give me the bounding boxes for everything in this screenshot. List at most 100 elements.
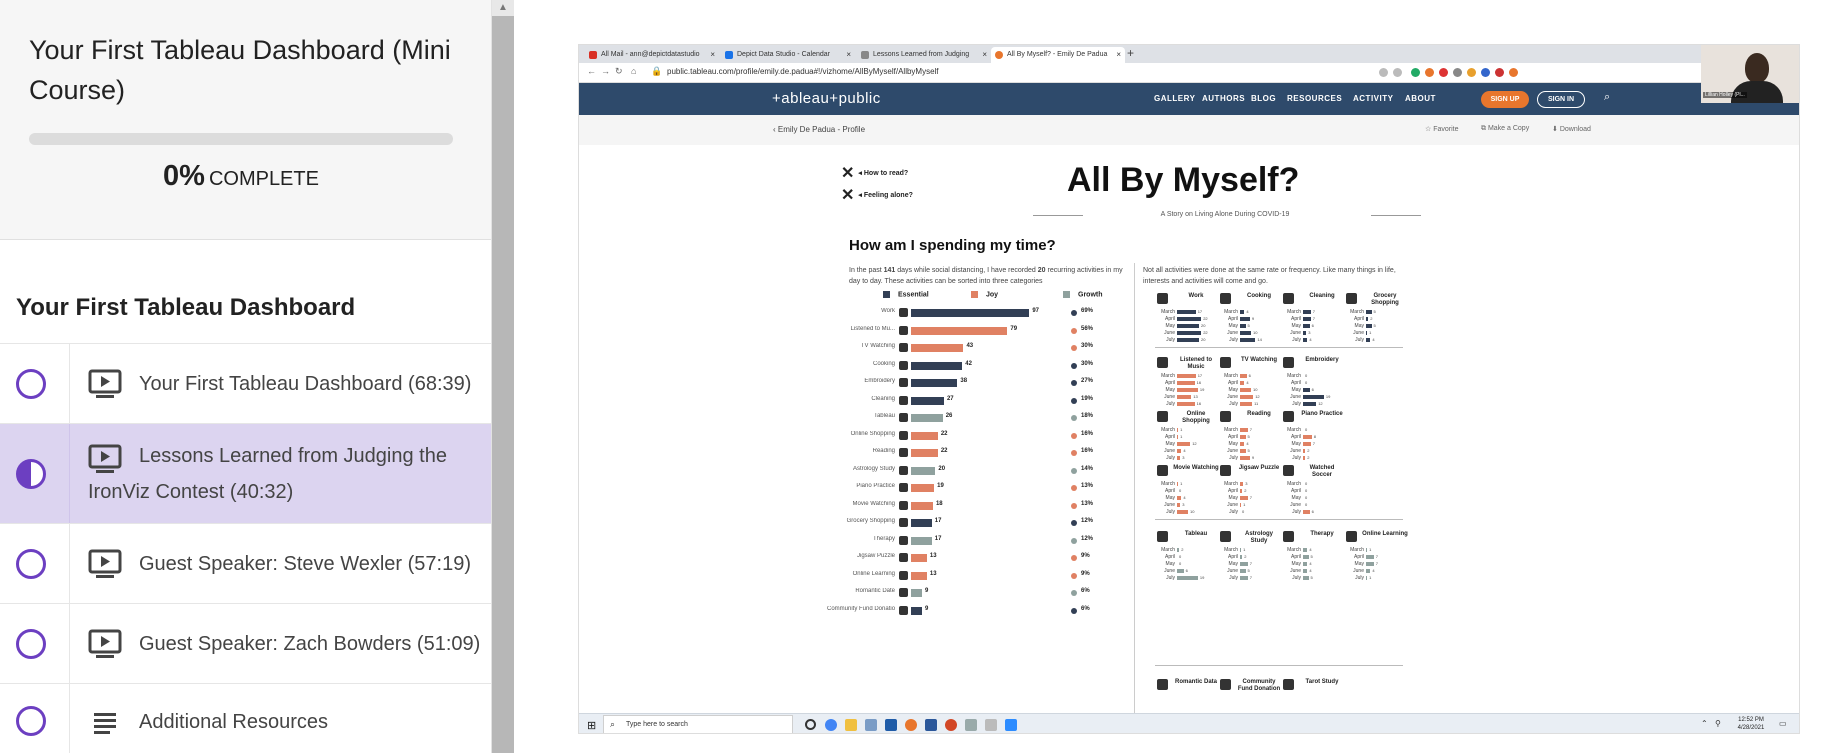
month-bar[interactable]: [1240, 548, 1242, 552]
small-multiple-panel[interactable]: Movie Watching March 1 April 0 May 4 June 3 July 1…: [1157, 463, 1219, 523]
lesson-item[interactable]: Your First Tableau Dashboard (68:39): [0, 344, 491, 424]
small-multiple-panel[interactable]: Astrology Study March 1 April 2 May 7 June 5 July…: [1220, 529, 1282, 589]
month-bar[interactable]: [1177, 324, 1199, 328]
bar[interactable]: [911, 589, 922, 597]
small-multiple-panel[interactable]: Grocery Shopping March 5 April 2 May 5 June 1 Jul…: [1346, 291, 1408, 351]
month-bar[interactable]: [1177, 388, 1198, 392]
bar-row[interactable]: Community Fund Donation 9 6%: [827, 603, 1127, 619]
bar-row[interactable]: Romantic Date 9 6%: [827, 585, 1127, 601]
month-bar[interactable]: [1240, 317, 1250, 321]
small-multiple-panel[interactable]: Tableau March 2 April 0 May 0 June 6 July 19: [1157, 529, 1219, 589]
small-multiple-panel[interactable]: Online Shopping March 1 April 1 May 12 June 4 Jul…: [1157, 409, 1219, 469]
bar-row[interactable]: Jigsaw Puzzle 13 9%: [827, 550, 1127, 566]
month-bar[interactable]: [1177, 442, 1191, 446]
lesson-item[interactable]: Guest Speaker: Zach Bowders (51:09): [0, 604, 491, 684]
video-frame[interactable]: All Mail - ann@depictdatastudio × Depict …: [578, 44, 1800, 734]
url-input[interactable]: public.tableau.com/profile/emily.de.padu…: [667, 67, 939, 76]
close-icon[interactable]: ×: [846, 47, 851, 63]
month-bar[interactable]: [1177, 374, 1196, 378]
month-bar[interactable]: [1240, 338, 1256, 342]
month-bar[interactable]: [1177, 402, 1195, 406]
small-multiple-panel[interactable]: Embroidery March 0 April 0 May 6 June 19 July 12: [1283, 355, 1345, 415]
bar-row[interactable]: Online Learning 13 9%: [827, 568, 1127, 584]
tray-chevron-icon[interactable]: ⌃: [1701, 719, 1708, 728]
browser-tab-active[interactable]: All By Myself? - Emily De Padua ×: [991, 47, 1125, 63]
bar[interactable]: [911, 344, 964, 352]
lesson-item[interactable]: Additional Resources: [0, 684, 491, 753]
bar[interactable]: [911, 396, 944, 405]
month-bar[interactable]: [1177, 310, 1196, 314]
small-multiple-panel[interactable]: Listened to Music March 17 April 16 May 19 June…: [1157, 355, 1219, 415]
month-bar[interactable]: [1177, 331, 1202, 335]
small-multiple-panel[interactable]: Watched Soccer March 0 April 0 May 0 June 0 July 6: [1283, 463, 1345, 523]
month-bar[interactable]: [1240, 456, 1250, 460]
close-icon[interactable]: ×: [710, 47, 715, 63]
month-bar[interactable]: [1177, 435, 1179, 439]
chrome-icon[interactable]: [825, 719, 837, 731]
windows-start-icon[interactable]: ⊞: [587, 719, 596, 732]
close-icon[interactable]: ×: [1116, 47, 1121, 63]
bar-row[interactable]: Cooking 42 30%: [827, 358, 1127, 374]
month-bar[interactable]: [1366, 317, 1369, 321]
small-multiple-panel[interactable]: Tarot Study: [1283, 677, 1345, 707]
browser-tab[interactable]: Lessons Learned from Judging ×: [857, 47, 991, 63]
bar[interactable]: [911, 554, 927, 562]
small-multiple-panel[interactable]: Cooking March 4 April 9 May 5 June 10 July 14: [1220, 291, 1282, 351]
small-multiple-panel[interactable]: Therapy March 4 April 5 May 4 June 4 July 5: [1283, 529, 1345, 589]
nav-activity[interactable]: ACTIVITY: [1353, 94, 1393, 103]
bar[interactable]: [911, 484, 935, 492]
bar[interactable]: [911, 326, 1008, 335]
sidebar-scrollbar[interactable]: ▲: [492, 0, 514, 753]
month-bar[interactable]: [1177, 317, 1202, 321]
make-copy-button[interactable]: ⧉ Make a Copy: [1481, 125, 1529, 133]
sign-in-button[interactable]: SIGN IN: [1537, 91, 1585, 108]
bar-row[interactable]: Astrology Study 20 14%: [827, 463, 1127, 479]
month-bar[interactable]: [1240, 576, 1248, 580]
browser-tab[interactable]: All Mail - ann@depictdatastudio ×: [585, 47, 719, 63]
month-bar[interactable]: [1240, 395, 1254, 399]
month-bar[interactable]: [1366, 555, 1374, 559]
month-bar[interactable]: [1366, 324, 1372, 328]
home-icon[interactable]: ⌂: [631, 66, 636, 76]
taskbar-search[interactable]: ⌕ Type here to search: [603, 715, 793, 733]
extension-icon[interactable]: [1509, 68, 1518, 77]
favorite-button[interactable]: ☆ Favorite: [1425, 125, 1459, 133]
small-multiple-panel[interactable]: Romantic Data: [1157, 677, 1219, 707]
tableau-public-logo[interactable]: +ableau+public: [772, 90, 881, 107]
month-bar[interactable]: [1366, 338, 1371, 342]
month-bar[interactable]: [1303, 395, 1324, 399]
small-multiple-panel[interactable]: Online Learning March 1 April 7 May 7 June 4 July…: [1346, 529, 1408, 589]
bar-row[interactable]: Embroidery 38 27%: [827, 375, 1127, 391]
month-bar[interactable]: [1240, 324, 1246, 328]
app-icon[interactable]: [905, 719, 917, 731]
nav-about[interactable]: ABOUT: [1405, 94, 1436, 103]
month-bar[interactable]: [1240, 310, 1245, 314]
back-arrow-icon[interactable]: ←: [587, 66, 596, 76]
small-multiple-panel[interactable]: Community Fund Donation: [1220, 677, 1282, 707]
network-icon[interactable]: ⚲: [1715, 719, 1721, 728]
month-bar[interactable]: [1366, 548, 1368, 552]
bar[interactable]: [911, 309, 1030, 317]
month-bar[interactable]: [1303, 402, 1317, 406]
month-bar[interactable]: [1303, 442, 1311, 446]
month-bar[interactable]: [1303, 548, 1308, 552]
bar[interactable]: [911, 431, 938, 440]
month-bar[interactable]: [1366, 331, 1368, 335]
month-bar[interactable]: [1240, 569, 1246, 573]
month-bar[interactable]: [1240, 402, 1253, 406]
small-multiple-panel[interactable]: Work March 17 April 22 May 20 June 22 July 20: [1157, 291, 1219, 351]
reload-icon[interactable]: ↻: [615, 66, 623, 77]
small-multiple-panel[interactable]: Cleaning March 7 April 7 May 6 June 3 July 4: [1283, 291, 1345, 351]
month-bar[interactable]: [1303, 449, 1306, 453]
search-icon[interactable]: ⌕: [1604, 91, 1610, 104]
month-bar[interactable]: [1240, 442, 1245, 446]
month-bar[interactable]: [1177, 381, 1195, 385]
lesson-item-active[interactable]: Lessons Learned from Judging the IronViz…: [0, 424, 491, 524]
month-bar[interactable]: [1177, 510, 1188, 514]
forward-arrow-icon[interactable]: →: [601, 66, 610, 76]
extension-icon[interactable]: [1439, 68, 1448, 77]
month-bar[interactable]: [1240, 331, 1251, 335]
nav-gallery[interactable]: GALLERY: [1154, 94, 1195, 103]
file-explorer-icon[interactable]: [845, 719, 857, 731]
month-bar[interactable]: [1177, 482, 1179, 486]
